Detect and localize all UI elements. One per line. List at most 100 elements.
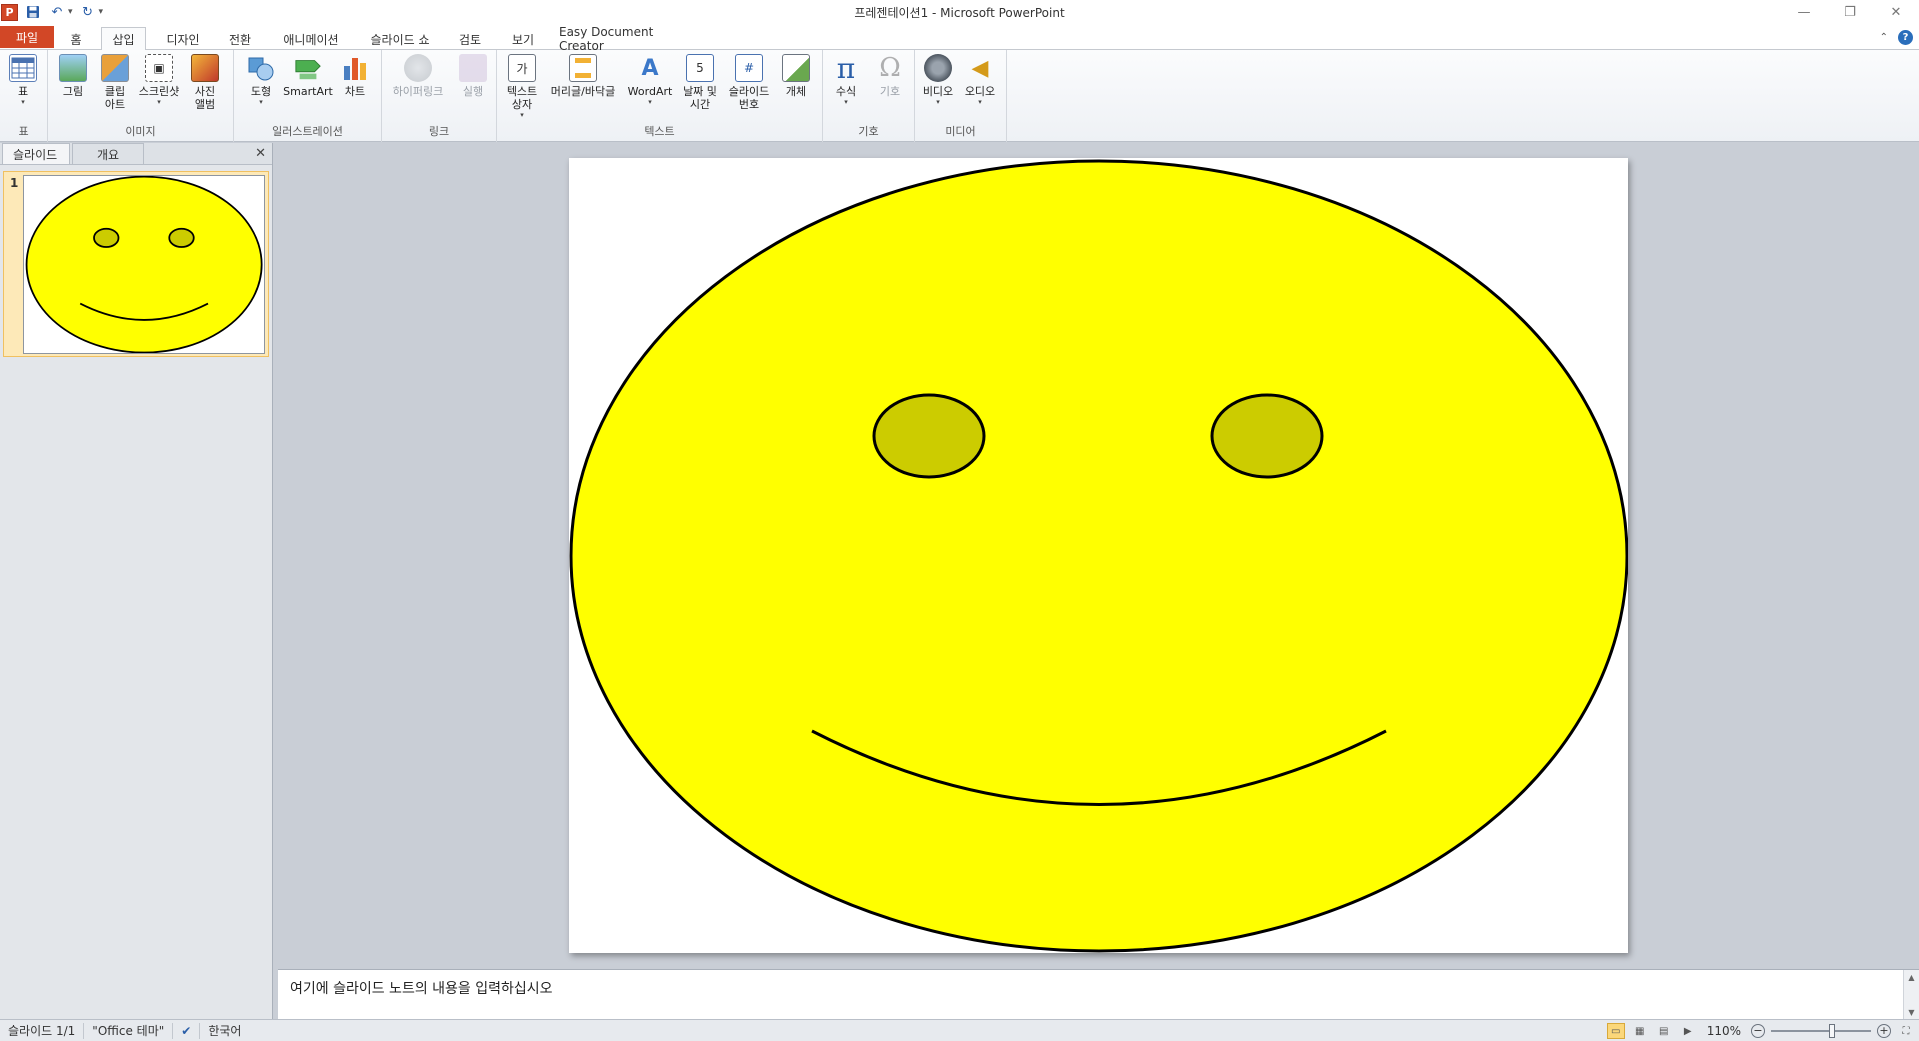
calendar-icon: 5 bbox=[686, 54, 714, 82]
chart-button[interactable]: 차트 bbox=[334, 54, 376, 98]
header-footer-button-label: 머리글/바닥글 bbox=[550, 85, 616, 98]
undo-dropdown-icon[interactable]: ▾ bbox=[68, 7, 73, 17]
symbol-button[interactable]: Ω 기호 bbox=[869, 53, 911, 98]
action-button-label: 실행 bbox=[462, 85, 484, 98]
picture-button[interactable]: 그림 bbox=[52, 54, 94, 98]
zoom-out-icon[interactable]: − bbox=[1751, 1024, 1765, 1038]
table-button[interactable]: 표 ▾ bbox=[2, 54, 44, 106]
textbox-icon: 가 bbox=[508, 54, 536, 82]
group-images: 그림 클립 아트 ▣ 스크린샷 ▾ 사진 앨범 이미지 bbox=[48, 50, 234, 142]
smartart-button[interactable]: SmartArt bbox=[282, 54, 334, 98]
group-media: 비디오 ▾ ◀ 오디오 ▾ 미디어 bbox=[915, 50, 1007, 142]
chevron-down-icon: ▾ bbox=[978, 98, 982, 106]
audio-button-label: 오디오 bbox=[964, 85, 996, 98]
scroll-up-icon[interactable]: ▲ bbox=[1908, 973, 1914, 982]
close-icon[interactable]: ✕ bbox=[1873, 0, 1919, 24]
view-controls: ▭ ▦ ▤ ▶ 110% − + ⛶ bbox=[1606, 1022, 1915, 1040]
textbox-button[interactable]: 가 텍스트 상자 ▾ bbox=[501, 54, 543, 119]
tab-home[interactable]: 홈 bbox=[64, 28, 88, 50]
spellcheck-icon[interactable]: ✔ bbox=[173, 1022, 201, 1039]
header-footer-button[interactable]: 머리글/바닥글 bbox=[543, 54, 623, 98]
zoom-in-icon[interactable]: + bbox=[1877, 1024, 1891, 1038]
theme-name[interactable]: "Office 테마" bbox=[84, 1022, 174, 1039]
group-label-table: 표 bbox=[18, 125, 29, 138]
wordart-icon: A bbox=[641, 55, 659, 81]
zoom-slider-thumb[interactable] bbox=[1829, 1024, 1835, 1038]
tab-view[interactable]: 보기 bbox=[505, 28, 541, 50]
undo-icon[interactable]: ↶ bbox=[48, 3, 66, 21]
minimize-icon[interactable]: — bbox=[1781, 0, 1827, 24]
tab-design[interactable]: 디자인 bbox=[159, 28, 207, 50]
zoom-level[interactable]: 110% bbox=[1707, 1024, 1741, 1038]
object-button[interactable]: 개체 bbox=[775, 54, 817, 98]
screenshot-icon: ▣ bbox=[145, 54, 173, 82]
save-icon[interactable] bbox=[24, 3, 42, 21]
object-icon bbox=[782, 54, 810, 82]
reading-view-icon[interactable]: ▤ bbox=[1655, 1023, 1673, 1039]
clipart-button[interactable]: 클립 아트 bbox=[94, 54, 136, 111]
tab-insert[interactable]: 삽입 bbox=[101, 27, 146, 51]
group-illustrations: 도형 ▾ SmartArt 차트 일러스트레이션 bbox=[234, 50, 382, 142]
redo-icon[interactable]: ↻ bbox=[79, 3, 97, 21]
screenshot-button[interactable]: ▣ 스크린샷 ▾ bbox=[138, 54, 180, 106]
notes-scrollbar[interactable]: ▲ ▼ bbox=[1903, 970, 1919, 1020]
group-table: 표 ▾ 표 bbox=[0, 50, 48, 142]
omega-icon: Ω bbox=[879, 53, 901, 83]
tab-review[interactable]: 검토 bbox=[452, 28, 488, 50]
face-shape[interactable] bbox=[569, 159, 1629, 953]
chevron-down-icon: ▾ bbox=[520, 111, 524, 119]
slide-canvas[interactable] bbox=[569, 158, 1629, 953]
left-eye-shape[interactable] bbox=[872, 393, 986, 479]
scroll-down-icon[interactable]: ▼ bbox=[1908, 1008, 1914, 1017]
hyperlink-button-label: 하이퍼링크 bbox=[392, 85, 444, 98]
minimize-ribbon-icon[interactable]: ⌃ bbox=[1880, 32, 1888, 43]
action-button[interactable]: 실행 bbox=[452, 54, 494, 98]
tab-animations[interactable]: 애니메이션 bbox=[274, 28, 348, 50]
hyperlink-button[interactable]: 하이퍼링크 bbox=[386, 54, 450, 98]
equation-button[interactable]: π 수식 ▾ bbox=[825, 52, 867, 107]
slide-number: 1 bbox=[10, 176, 19, 190]
right-eye-shape[interactable] bbox=[1210, 393, 1324, 479]
group-label-links: 링크 bbox=[428, 125, 450, 138]
zoom-slider[interactable] bbox=[1771, 1024, 1871, 1038]
shapes-icon bbox=[247, 54, 275, 82]
slide-thumbnail[interactable] bbox=[23, 175, 265, 354]
slide-number-button[interactable]: # 슬라이드 번호 bbox=[723, 54, 775, 111]
textbox-button-label: 텍스트 상자 bbox=[506, 85, 538, 111]
photo-album-button[interactable]: 사진 앨범 bbox=[184, 54, 226, 111]
shapes-button[interactable]: 도형 ▾ bbox=[240, 54, 282, 106]
video-button[interactable]: 비디오 ▾ bbox=[917, 54, 959, 106]
customize-qat-icon[interactable]: ▾ bbox=[99, 7, 104, 17]
notes-pane[interactable]: 여기에 슬라이드 노트의 내용을 입력하십시오 ▲ ▼ bbox=[278, 969, 1919, 1020]
chevron-down-icon: ▾ bbox=[936, 98, 940, 106]
title-bar: P ↶ ▾ ↻ ▾ 프레젠테이션1 - Microsoft PowerPoint… bbox=[0, 0, 1919, 24]
wordart-button-label: WordArt bbox=[627, 85, 673, 98]
language-indicator[interactable]: 한국어 bbox=[200, 1023, 249, 1039]
restore-icon[interactable]: ❐ bbox=[1827, 0, 1873, 24]
smartart-button-label: SmartArt bbox=[283, 85, 333, 98]
help-icon[interactable]: ? bbox=[1898, 30, 1913, 45]
screenshot-button-label: 스크린샷 bbox=[138, 85, 180, 98]
slideshow-view-icon[interactable]: ▶ bbox=[1679, 1023, 1697, 1039]
notes-placeholder[interactable]: 여기에 슬라이드 노트의 내용을 입력하십시오 bbox=[290, 978, 553, 998]
close-icon[interactable]: ✕ bbox=[255, 146, 266, 161]
normal-view-icon[interactable]: ▭ bbox=[1606, 1023, 1625, 1039]
tab-file[interactable]: 파일 bbox=[0, 26, 54, 48]
slide-thumbnail-item[interactable]: 1 bbox=[3, 171, 269, 357]
audio-button[interactable]: ◀ 오디오 ▾ bbox=[959, 54, 1001, 107]
fit-to-window-icon[interactable]: ⛶ bbox=[1897, 1023, 1915, 1039]
tab-slides[interactable]: 슬라이드 bbox=[2, 143, 70, 164]
group-label-media: 미디어 bbox=[945, 125, 976, 138]
slide-number-button-label: 슬라이드 번호 bbox=[728, 85, 770, 111]
slide-sorter-view-icon[interactable]: ▦ bbox=[1631, 1023, 1649, 1039]
date-time-button[interactable]: 5 날짜 및 시간 bbox=[677, 54, 723, 111]
object-button-label: 개체 bbox=[785, 85, 807, 98]
tab-outline[interactable]: 개요 bbox=[72, 143, 144, 164]
tab-slideshow[interactable]: 슬라이드 쇼 bbox=[364, 28, 436, 50]
editor-scrollbar[interactable] bbox=[1915, 143, 1919, 968]
tab-easy-document-creator[interactable]: Easy Document Creator bbox=[559, 25, 701, 53]
powerpoint-logo-icon[interactable]: P bbox=[1, 3, 18, 21]
action-icon bbox=[459, 54, 487, 82]
tab-transitions[interactable]: 전환 bbox=[222, 28, 258, 50]
wordart-button[interactable]: A WordArt ▾ bbox=[625, 54, 675, 107]
